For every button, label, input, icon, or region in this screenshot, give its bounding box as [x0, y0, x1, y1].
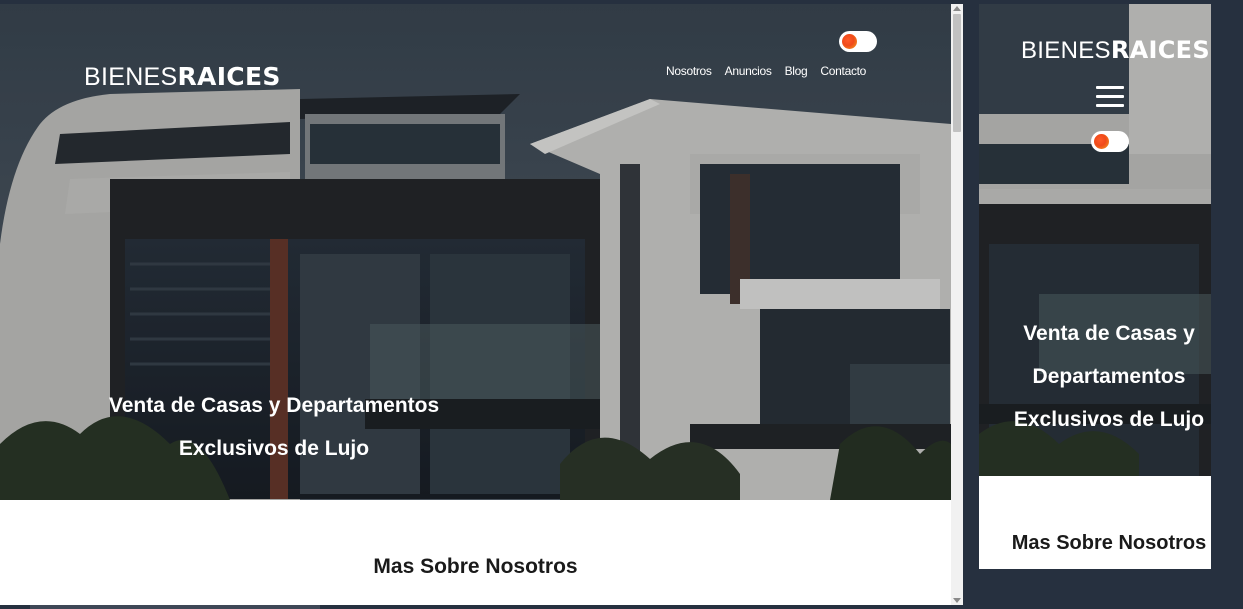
- nav-link-contacto[interactable]: Contacto: [820, 64, 866, 78]
- hero-heading-line-2: Exclusivos de Lujo: [178, 437, 370, 460]
- mobile-section-heading-nosotros: Mas Sobre Nosotros: [1011, 532, 1207, 554]
- vertical-scrollbar[interactable]: [951, 4, 963, 605]
- mobile-hero-heading-line-3: Exclusivos de Lujo: [1013, 408, 1205, 431]
- hero-heading-line-1: Venta de Casas y Departamentos: [108, 394, 440, 417]
- mobile-logo-bold-text: RAICES: [1110, 36, 1210, 64]
- site-logo[interactable]: BIENESRAICES: [84, 62, 281, 92]
- bottom-edge-strip: [30, 605, 320, 609]
- logo-bold-text: RAICES: [177, 62, 281, 91]
- desktop-preview: BIENESRAICES Nosotros Anuncios Blog Cont…: [0, 4, 951, 605]
- dark-mode-toggle[interactable]: [839, 31, 877, 52]
- toggle-switch-icon: [1094, 134, 1109, 149]
- toggle-switch-icon: [842, 34, 857, 49]
- logo-light-text: BIENES: [84, 63, 178, 91]
- mobile-dark-mode-toggle[interactable]: [1091, 131, 1129, 152]
- hamburger-menu-icon[interactable]: [1096, 84, 1124, 108]
- nav-link-anuncios[interactable]: Anuncios: [725, 64, 772, 78]
- section-heading-nosotros: Mas Sobre Nosotros: [373, 555, 578, 578]
- hero-heading: Venta de Casas y Departamentos Exclusivo…: [60, 384, 488, 470]
- nav-link-blog[interactable]: Blog: [785, 64, 808, 78]
- scrollbar-thumb[interactable]: [953, 14, 961, 132]
- hamburger-bar: [1096, 104, 1124, 107]
- scroll-up-arrow-icon[interactable]: [953, 6, 961, 11]
- mobile-hero-heading-line-1: Venta de Casas y: [1023, 322, 1195, 345]
- hero-section: BIENESRAICES Nosotros Anuncios Blog Cont…: [0, 4, 951, 500]
- mobile-hero-heading: Venta de Casas y Departamentos Exclusivo…: [989, 312, 1211, 441]
- mobile-hero-heading-line-2: Departamentos: [1032, 365, 1186, 388]
- mobile-preview: BIENESRAICES Venta de Casas y Departamen…: [979, 4, 1211, 569]
- hamburger-bar: [1096, 95, 1124, 98]
- hamburger-bar: [1096, 86, 1124, 89]
- nav-link-nosotros[interactable]: Nosotros: [666, 64, 712, 78]
- main-navigation: Nosotros Anuncios Blog Contacto: [666, 64, 866, 78]
- scroll-down-arrow-icon[interactable]: [953, 598, 961, 603]
- mobile-hero-section: BIENESRAICES Venta de Casas y Departamen…: [979, 4, 1211, 476]
- mobile-logo-light-text: BIENES: [1021, 37, 1111, 64]
- mobile-site-logo[interactable]: BIENESRAICES: [1021, 36, 1210, 65]
